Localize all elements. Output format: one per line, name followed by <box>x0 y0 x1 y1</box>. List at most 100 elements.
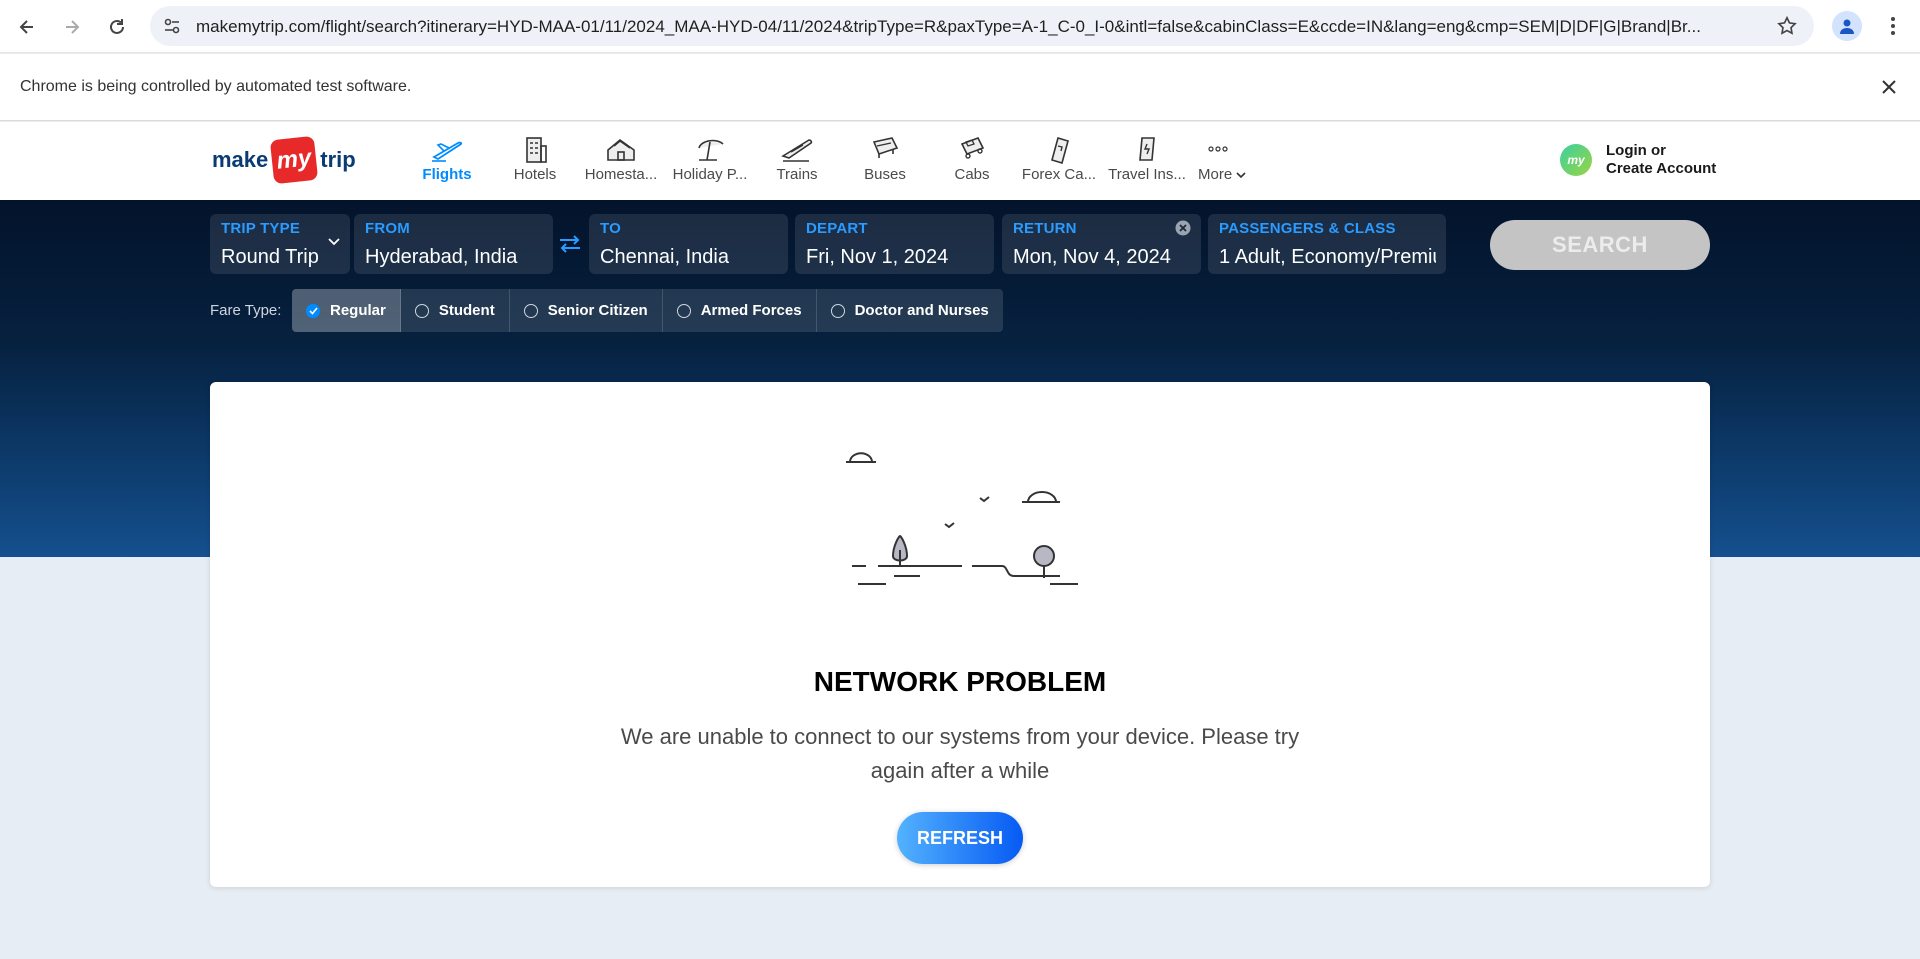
flight-icon <box>432 141 463 162</box>
fare-option-label: Armed Forces <box>700 302 802 319</box>
cab-icon <box>960 136 985 159</box>
nav-label: Buses <box>864 166 906 183</box>
bus-icon <box>872 137 899 158</box>
depart-label: DEPART <box>806 220 868 237</box>
nav-label: Cabs <box>954 166 990 183</box>
logo-make: make <box>212 147 269 172</box>
to-field[interactable]: TO Chennai, India <box>589 214 788 274</box>
more-label: More <box>1198 166 1233 183</box>
url-text[interactable]: makemytrip.com/flight/search?itinerary=H… <box>196 17 1756 37</box>
trip-type-label: TRIP TYPE <box>221 220 301 237</box>
reload-button[interactable] <box>100 10 134 44</box>
fare-option-doctor-nurses[interactable]: Doctor and Nurses <box>817 289 1003 332</box>
landscape-illustration <box>846 452 1078 585</box>
depart-value: Fri, Nov 1, 2024 <box>806 246 949 268</box>
arrow-left-icon <box>19 20 33 34</box>
fare-option-senior-citizen[interactable]: Senior Citizen <box>510 289 663 332</box>
refresh-button[interactable]: REFRESH <box>897 812 1023 864</box>
homestay-icon <box>607 138 635 161</box>
passengers-label: PASSENGERS & CLASS <box>1219 220 1396 237</box>
reload-icon <box>110 19 124 34</box>
makemytrip-logo[interactable]: make my trip <box>212 135 356 185</box>
nav-label: Hotels <box>513 166 557 183</box>
clear-return-icon[interactable] <box>1175 220 1191 236</box>
to-value: Chennai, India <box>600 246 729 268</box>
fare-option-label: Senior Citizen <box>547 302 648 319</box>
from-label: FROM <box>365 220 410 237</box>
login-avatar: my <box>1560 144 1592 176</box>
chevron-down-icon <box>328 238 340 246</box>
logo-my: my <box>270 135 319 185</box>
radio-icon <box>676 303 691 318</box>
trip-type-dropdown[interactable]: TRIP TYPE Round Trip <box>210 214 350 274</box>
more-icon <box>1208 146 1228 152</box>
login-line2: Create Account <box>1606 160 1717 177</box>
site-settings-icon[interactable] <box>162 16 182 36</box>
return-label: RETURN <box>1013 220 1077 237</box>
nav-homestays[interactable]: Homesta... <box>578 132 664 194</box>
profile-avatar[interactable] <box>1832 11 1862 41</box>
fare-option-armed-forces[interactable]: Armed Forces <box>663 289 817 332</box>
network-error-card: NETWORK PROBLEM We are unable to connect… <box>210 382 1710 887</box>
depart-field[interactable]: DEPART Fri, Nov 1, 2024 <box>795 214 994 274</box>
swap-icon[interactable] <box>556 232 584 256</box>
radio-icon <box>414 303 429 318</box>
chevron-down-icon <box>1236 172 1246 179</box>
address-bar[interactable]: makemytrip.com/flight/search?itinerary=H… <box>150 6 1814 46</box>
insurance-icon <box>1139 137 1155 161</box>
bookmark-star-icon[interactable] <box>1776 15 1798 37</box>
nav-hotels[interactable]: Hotels <box>492 132 578 194</box>
fare-type-group: Regular Student Senior Citizen Armed For… <box>292 289 1003 332</box>
nav-travel-insurance[interactable]: Travel Ins... <box>1104 132 1190 194</box>
nav-trains[interactable]: Trains <box>754 132 840 194</box>
return-field[interactable]: RETURN Mon, Nov 4, 2024 <box>1002 214 1201 274</box>
check-icon <box>306 303 320 318</box>
back-button[interactable] <box>10 10 44 44</box>
infobar-close-button[interactable] <box>1876 74 1902 100</box>
from-field[interactable]: FROM Hyderabad, India <box>354 214 553 274</box>
nav-label: Flights <box>422 166 472 183</box>
radio-icon <box>523 303 538 318</box>
logo-trip: trip <box>320 147 356 172</box>
nav-label: Forex Ca... <box>1021 166 1097 183</box>
passengers-class-field[interactable]: PASSENGERS & CLASS 1 Adult, Economy/Prem… <box>1208 214 1446 274</box>
error-message: We are unable to connect to our systems … <box>620 724 1300 783</box>
to-label: TO <box>600 220 621 237</box>
fare-option-regular[interactable]: Regular <box>292 289 401 332</box>
fare-type-label: Fare Type: <box>210 302 282 319</box>
fare-option-label: Regular <box>330 302 386 319</box>
nav-label: Travel Ins... <box>1108 166 1186 183</box>
forward-button[interactable] <box>55 10 89 44</box>
nav-label: Homesta... <box>584 166 658 183</box>
nav-label: Holiday P... <box>672 166 748 183</box>
search-button[interactable]: SEARCH <box>1490 220 1710 270</box>
fare-option-label: Student <box>438 302 495 319</box>
fare-option-label: Doctor and Nurses <box>854 302 989 319</box>
trip-type-value: Round Trip <box>221 246 319 268</box>
site-header: make my trip Flights Hotels Homesta... H… <box>0 122 1920 200</box>
kebab-menu-icon <box>1891 17 1895 35</box>
holiday-icon <box>698 139 724 161</box>
nav-cabs[interactable]: Cabs <box>929 132 1015 194</box>
radio-icon <box>830 303 845 318</box>
nav-label: More <box>1180 166 1266 183</box>
fare-option-student[interactable]: Student <box>401 289 510 332</box>
hotel-icon <box>526 137 547 163</box>
nav-buses[interactable]: Buses <box>842 132 928 194</box>
error-title: NETWORK PROBLEM <box>813 666 1107 697</box>
nav-forex[interactable]: Forex Ca... <box>1016 132 1102 194</box>
nav-flights[interactable]: Flights <box>404 132 490 194</box>
login-button[interactable]: my Login or Create Account <box>1560 140 1720 180</box>
from-value: Hyderabad, India <box>365 246 518 268</box>
close-icon <box>1882 80 1896 94</box>
browser-menu-button[interactable] <box>1880 12 1906 40</box>
return-value: Mon, Nov 4, 2024 <box>1013 246 1171 268</box>
nav-more[interactable]: More <box>1180 132 1266 194</box>
nav-label: Trains <box>776 166 818 183</box>
login-line1: Login or <box>1606 142 1666 159</box>
forex-icon <box>1051 136 1069 164</box>
arrow-right-icon <box>66 20 80 34</box>
nav-holiday-packages[interactable]: Holiday P... <box>667 132 753 194</box>
person-icon <box>1840 19 1854 34</box>
automation-infobar: Chrome is being controlled by automated … <box>0 54 1920 121</box>
